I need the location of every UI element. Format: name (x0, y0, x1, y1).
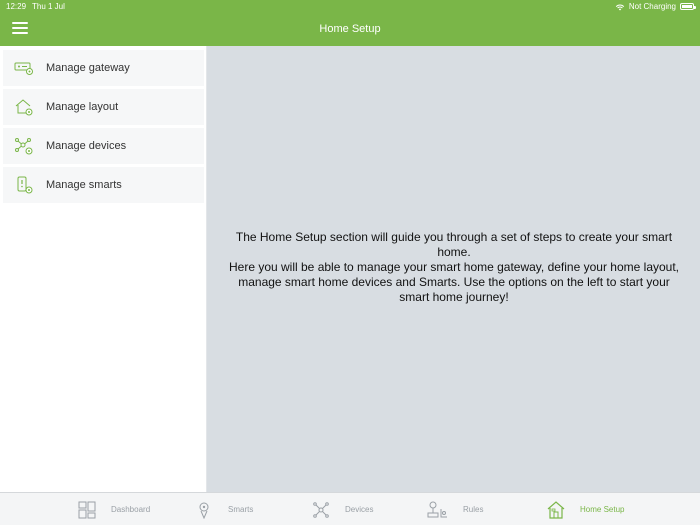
gateway-icon (13, 57, 35, 79)
sidebar-item-label: Manage layout (46, 101, 119, 113)
intro-paragraph-1: The Home Setup section will guide you th… (235, 230, 673, 259)
sidebar-item-manage-devices[interactable]: Manage devices (3, 128, 204, 164)
tab-label: Smarts (228, 505, 254, 514)
charging-status: Not Charging (628, 2, 676, 11)
tab-label: Dashboard (111, 505, 151, 514)
sidebar-item-manage-gateway[interactable]: Manage gateway (3, 50, 204, 86)
main-content: The Home Setup section will guide you th… (208, 46, 700, 492)
bottom-tab-bar: Dashboard Smarts Devices Rules Home Setu… (0, 492, 700, 525)
app-header: 12:29 Thu 1 Jul Not Charging Home Setup (0, 0, 700, 46)
tab-label: Rules (463, 505, 484, 514)
battery-icon (680, 3, 696, 10)
sidebar-item-label: Manage smarts (46, 179, 122, 191)
rules-icon (427, 500, 449, 520)
smarts-remote-icon (13, 174, 35, 196)
sidebar-item-manage-layout[interactable]: Manage layout (3, 89, 204, 125)
tab-rules[interactable]: Rules (427, 493, 483, 525)
status-bar: 12:29 Thu 1 Jul Not Charging (0, 0, 700, 14)
sidebar-item-label: Manage devices (46, 140, 127, 152)
status-time: 12:29 (6, 2, 27, 11)
intro-paragraph-2: Here you will be able to manage your sma… (228, 260, 680, 304)
sidebar: Manage gateway Manage layout Manage devi… (0, 46, 207, 492)
tab-label: Devices (345, 505, 374, 514)
status-date: Thu 1 Jul (32, 2, 65, 11)
tab-smarts[interactable]: Smarts (194, 493, 253, 525)
sidebar-item-label: Manage gateway (46, 62, 130, 74)
wifi-icon (615, 4, 625, 10)
smarts-pin-icon (194, 500, 214, 520)
house-settings-icon (13, 96, 35, 118)
home-setup-icon (546, 500, 566, 520)
tab-label: Home Setup (580, 505, 625, 514)
intro-text: The Home Setup section will guide you th… (228, 230, 680, 305)
tab-dashboard[interactable]: Dashboard (77, 493, 150, 525)
page-title: Home Setup (319, 23, 381, 35)
devices-hub-icon (13, 135, 35, 157)
tab-devices[interactable]: Devices (311, 493, 373, 525)
status-right: Not Charging (615, 2, 696, 11)
tab-home-setup[interactable]: Home Setup (546, 493, 624, 525)
dashboard-grid-icon (77, 500, 97, 520)
sidebar-item-manage-smarts[interactable]: Manage smarts (3, 167, 204, 203)
devices-icon (311, 500, 331, 520)
